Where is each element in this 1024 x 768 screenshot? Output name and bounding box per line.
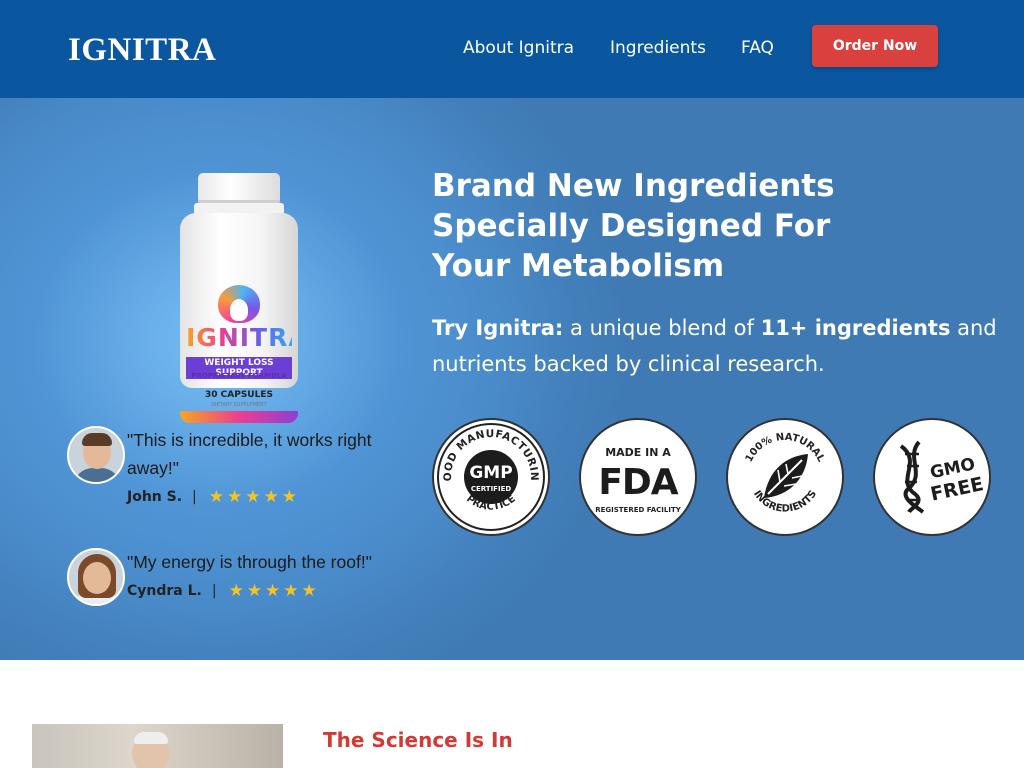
- gmp-certified-badge: GOOD MANUFACTURING PRACTICE GMP CERTIFIE…: [432, 418, 550, 536]
- testimonial-byline: Cyndra L. | ★★★★★: [127, 581, 320, 601]
- hero-section: IGNITRA WEIGHT LOSS SUPPORT PROPRIETARY …: [0, 98, 1024, 660]
- leaf-icon: [764, 454, 808, 498]
- doctor-photo: [32, 724, 283, 768]
- site-header: IGNITRA About Ignitra Ingredients FAQ Or…: [0, 0, 1024, 98]
- fda-badge: MADE IN A FDA REGISTERED FACILITY: [579, 418, 697, 536]
- lead-bold: 11+ ingredients: [760, 316, 951, 340]
- fda-top-text: MADE IN A: [605, 446, 671, 459]
- bottle-capsules: 30 CAPSULES: [205, 390, 273, 400]
- svg-text:INGREDIENTS: INGREDIENTS: [751, 489, 819, 515]
- avatar-cyndra: [67, 548, 125, 606]
- natural-top-arc: 100% NATURAL: [744, 432, 827, 465]
- natural-bottom-arc: INGREDIENTS: [751, 489, 819, 515]
- gmp-center-line2: CERTIFIED: [471, 485, 512, 493]
- nav-link-about[interactable]: About Ignitra: [463, 38, 574, 58]
- gmo-free-badge: GMO FREE: [873, 418, 991, 536]
- star-rating-icon: ★★★★★: [208, 487, 300, 507]
- bottle-body: IGNITRA WEIGHT LOSS SUPPORT PROPRIETARY …: [180, 213, 309, 423]
- dna-icon: [899, 440, 925, 514]
- nav-link-faq[interactable]: FAQ: [741, 38, 774, 58]
- lead-mid: a unique blend of: [563, 316, 761, 340]
- testimonial-quote: "My energy is through the roof!": [127, 552, 372, 572]
- bottle-brand: IGNITRA: [186, 323, 309, 352]
- bottle-supplement: DIETARY SUPPLEMENT: [211, 402, 267, 408]
- product-bottle-image: IGNITRA WEIGHT LOSS SUPPORT PROPRIETARY …: [180, 173, 309, 423]
- testimonial-author: John S.: [127, 489, 183, 505]
- bottle-line2: PROPRIETARY FORMULA: [191, 372, 287, 380]
- lead-prefix: Try Ignitra:: [432, 316, 564, 340]
- avatar-john: [67, 426, 125, 484]
- fda-bottom-text: REGISTERED FACILITY: [595, 506, 682, 514]
- natural-ingredients-badge: 100% NATURAL INGREDIENTS: [726, 418, 844, 536]
- order-now-button[interactable]: Order Now: [812, 25, 938, 67]
- testimonial-byline: John S. | ★★★★★: [127, 487, 300, 507]
- svg-text:100% NATURAL: 100% NATURAL: [744, 432, 827, 465]
- gmp-center-line1: GMP: [469, 463, 512, 483]
- testimonial-quote: "This is incredible, it works right away…: [127, 430, 372, 478]
- byline-separator: |: [192, 489, 197, 505]
- hero-lead: Try Ignitra: a unique blend of 11+ ingre…: [432, 310, 1007, 382]
- bottle-cap: [198, 173, 280, 203]
- hero-headline: Brand New Ingredients Specially Designed…: [432, 168, 835, 284]
- testimonial-author: Cyndra L.: [127, 583, 202, 599]
- flame-logo-icon: [218, 285, 260, 323]
- fda-center-text: FDA: [598, 462, 678, 503]
- bottle-color-band: [180, 411, 298, 423]
- byline-separator: |: [211, 583, 217, 599]
- star-rating-icon: ★★★★★: [228, 581, 320, 601]
- site-logo[interactable]: IGNITRA: [68, 32, 216, 69]
- nav-link-ingredients[interactable]: Ingredients: [610, 38, 706, 58]
- science-section-title: The Science Is In: [323, 728, 513, 752]
